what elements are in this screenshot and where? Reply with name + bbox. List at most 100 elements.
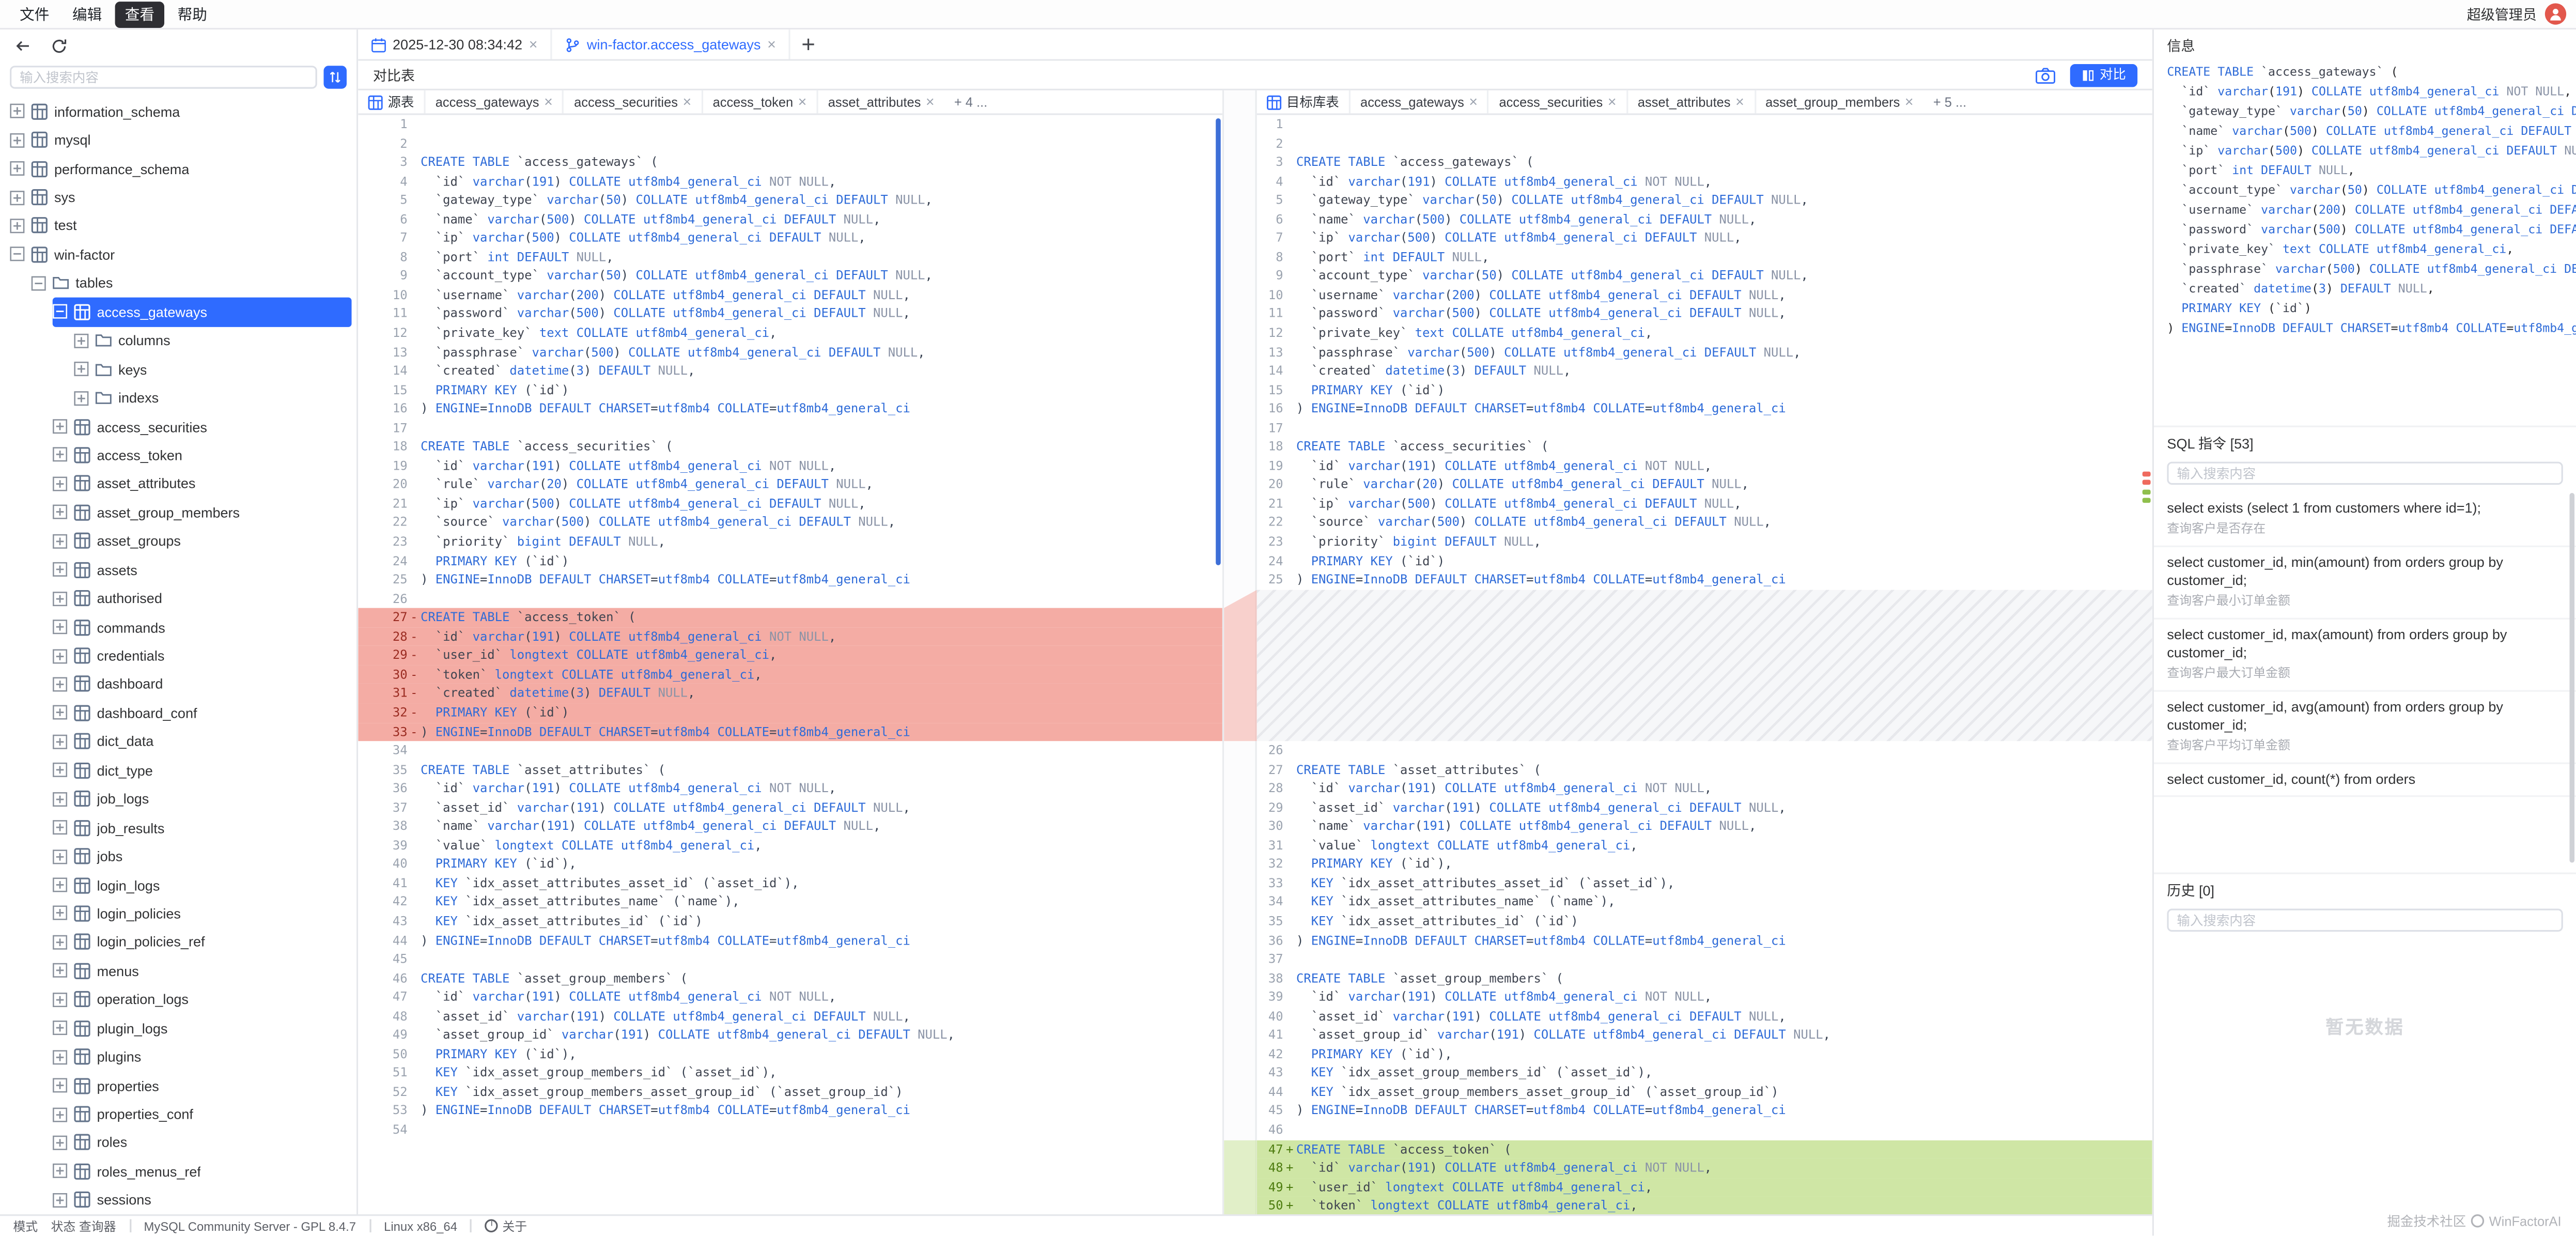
tree-item-job_results[interactable]: job_results <box>53 813 356 842</box>
tree-item-credentials[interactable]: credentials <box>53 641 356 670</box>
tree-item-asset_attributes[interactable]: asset_attributes <box>53 469 356 498</box>
expand-icon[interactable] <box>53 447 68 462</box>
expand-icon[interactable] <box>53 734 68 749</box>
expand-icon[interactable] <box>53 992 68 1007</box>
expand-icon[interactable] <box>53 562 68 577</box>
history-search-input[interactable] <box>2167 909 2563 932</box>
expand-icon[interactable] <box>53 964 68 979</box>
expand-icon[interactable] <box>53 1193 68 1208</box>
source-pane-tabs-overflow[interactable]: + 4 ... <box>944 95 998 110</box>
tree-item-access_securities[interactable]: access_securities <box>53 412 356 441</box>
expand-icon[interactable] <box>53 419 68 434</box>
expand-icon[interactable] <box>53 534 68 549</box>
close-icon[interactable]: × <box>767 37 776 52</box>
expand-icon[interactable] <box>53 677 68 692</box>
expand-icon[interactable] <box>53 1078 68 1093</box>
menu-item-帮助[interactable]: 帮助 <box>168 1 217 27</box>
collapse-icon[interactable] <box>31 276 46 291</box>
tree-item-asset_groups[interactable]: asset_groups <box>53 527 356 555</box>
expand-icon[interactable] <box>10 161 25 176</box>
user-avatar-icon[interactable] <box>2545 3 2566 24</box>
target-code-editor[interactable]: 123CREATE TABLE `access_gateways` (4 `id… <box>1257 115 2152 1215</box>
source-scrollbar[interactable] <box>1216 118 1221 565</box>
back-icon[interactable] <box>15 37 32 54</box>
expand-icon[interactable] <box>74 391 89 406</box>
status-about[interactable]: i 关于 <box>485 1217 527 1235</box>
tree-item-dashboard[interactable]: dashboard <box>53 670 356 699</box>
expand-icon[interactable] <box>53 792 68 807</box>
tree-item-authorised[interactable]: authorised <box>53 584 356 612</box>
tree-item-properties[interactable]: properties <box>53 1071 356 1100</box>
close-icon[interactable]: × <box>1469 95 1478 110</box>
sql-command-item[interactable]: select customer_id, max(amount) from ord… <box>2154 619 2576 691</box>
expand-icon[interactable] <box>10 104 25 119</box>
target-pane-tab-access_securities[interactable]: access_securities× <box>1487 90 1626 114</box>
tree-item-operation_logs[interactable]: operation_logs <box>53 985 356 1014</box>
tree-item-properties_conf[interactable]: properties_conf <box>53 1100 356 1128</box>
tree-item-performance_schema[interactable]: performance_schema <box>10 154 356 183</box>
tree-item-login_logs[interactable]: login_logs <box>53 871 356 899</box>
tree-item-asset_group_members[interactable]: asset_group_members <box>53 498 356 527</box>
tree-item-login_policies_ref[interactable]: login_policies_ref <box>53 928 356 956</box>
tree-item-dict_data[interactable]: dict_data <box>53 728 356 756</box>
expand-icon[interactable] <box>53 1021 68 1036</box>
target-pane-tab-access_gateways[interactable]: access_gateways× <box>1349 90 1487 114</box>
tree-item-access_gateways[interactable]: access_gateways <box>53 298 352 326</box>
tree-item-win-factor[interactable]: win-factor <box>10 240 356 269</box>
expand-icon[interactable] <box>53 706 68 721</box>
expand-icon[interactable] <box>53 877 68 892</box>
expand-icon[interactable] <box>53 1107 68 1122</box>
tree-item-jobs[interactable]: jobs <box>53 842 356 870</box>
source-code-editor[interactable]: 123CREATE TABLE `access_gateways` (4 `id… <box>358 115 1222 1215</box>
tree-item-job_logs[interactable]: job_logs <box>53 784 356 813</box>
compare-button[interactable]: 对比 <box>2070 63 2137 86</box>
tree-item-plugins[interactable]: plugins <box>53 1043 356 1071</box>
menu-item-编辑[interactable]: 编辑 <box>63 1 112 27</box>
footer-brand[interactable]: WinFactorAI <box>2489 1214 2562 1229</box>
expand-icon[interactable] <box>53 591 68 606</box>
expand-icon[interactable] <box>10 219 25 234</box>
tree-item-tables[interactable]: tables <box>31 269 356 297</box>
sql-command-item[interactable]: select customer_id, avg(amount) from ord… <box>2154 691 2576 763</box>
tree-item-information_schema[interactable]: information_schema <box>10 97 356 126</box>
tree-item-menus[interactable]: menus <box>53 956 356 985</box>
expand-icon[interactable] <box>53 648 68 663</box>
target-pane-tab-asset_group_members[interactable]: asset_group_members× <box>1754 90 1923 114</box>
tree-item-test[interactable]: test <box>10 211 356 240</box>
tree-item-indexs[interactable]: indexs <box>74 383 356 412</box>
tree-item-dict_type[interactable]: dict_type <box>53 756 356 784</box>
screenshot-camera-icon[interactable] <box>2032 64 2057 85</box>
status-mode[interactable]: 模式 <box>13 1217 38 1235</box>
expand-icon[interactable] <box>53 620 68 635</box>
editor-tab-win-factor.access_gateways[interactable]: win-factor.access_gateways× <box>552 29 790 59</box>
expand-icon[interactable] <box>74 333 89 348</box>
tree-item-assets[interactable]: assets <box>53 555 356 584</box>
sql-command-item[interactable]: select exists (select 1 from customers w… <box>2154 491 2576 547</box>
tree-item-commands[interactable]: commands <box>53 613 356 641</box>
sql-command-item[interactable]: select customer_id, count(*) from orders <box>2154 763 2576 797</box>
sql-commands-scrollbar[interactable] <box>2569 493 2574 863</box>
expand-icon[interactable] <box>53 935 68 950</box>
tree-item-keys[interactable]: keys <box>74 355 356 383</box>
source-pane-tab-access_gateways[interactable]: access_gateways× <box>424 90 562 114</box>
expand-icon[interactable] <box>53 849 68 864</box>
expand-icon[interactable] <box>53 820 68 835</box>
target-pane-tab-asset_attributes[interactable]: asset_attributes× <box>1626 90 1754 114</box>
menu-item-文件[interactable]: 文件 <box>10 1 59 27</box>
tree-item-columns[interactable]: columns <box>74 326 356 354</box>
footer-community[interactable]: 掘金技术社区 <box>2387 1212 2466 1230</box>
close-icon[interactable]: × <box>544 95 553 110</box>
expand-icon[interactable] <box>53 1164 68 1179</box>
close-icon[interactable]: × <box>1608 95 1617 110</box>
source-pane-tab-access_token[interactable]: access_token× <box>701 90 816 114</box>
close-icon[interactable]: × <box>1905 95 1914 110</box>
tree-item-roles_menus_ref[interactable]: roles_menus_ref <box>53 1157 356 1185</box>
close-icon[interactable]: × <box>926 95 935 110</box>
expand-icon[interactable] <box>10 132 25 147</box>
expand-icon[interactable] <box>53 763 68 778</box>
expand-icon[interactable] <box>53 906 68 921</box>
close-icon[interactable]: × <box>529 37 538 52</box>
expand-icon[interactable] <box>74 362 89 377</box>
expand-icon[interactable] <box>53 1135 68 1150</box>
new-tab-button[interactable] <box>791 29 827 59</box>
